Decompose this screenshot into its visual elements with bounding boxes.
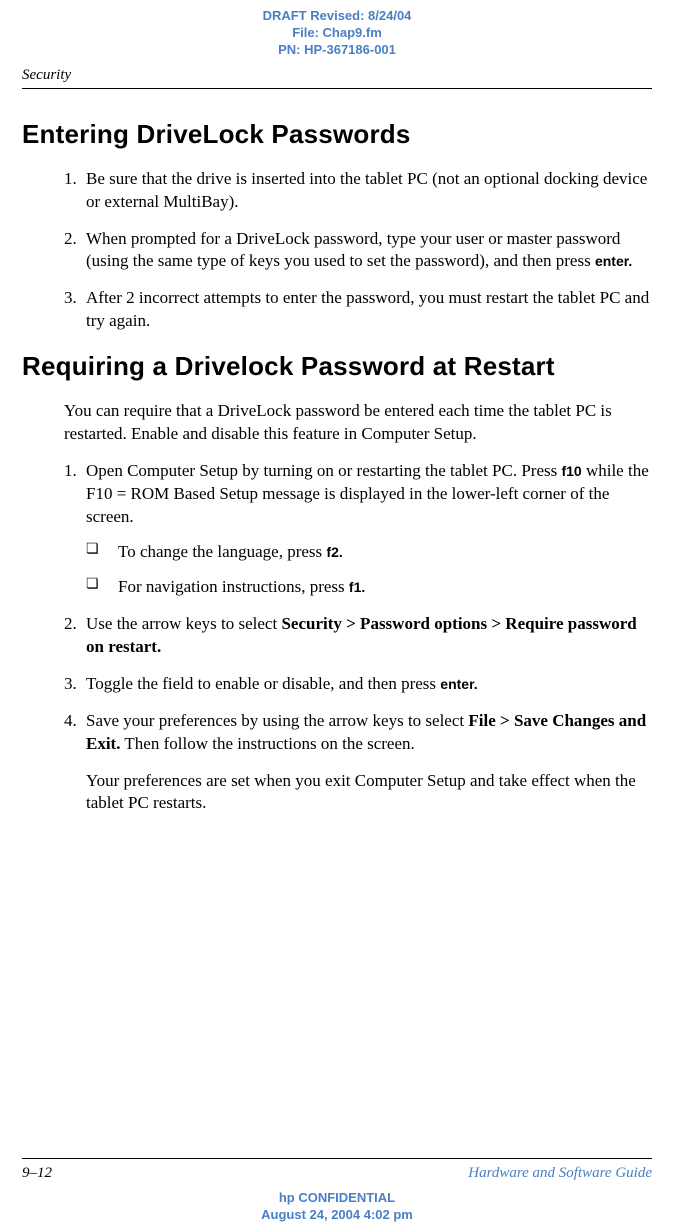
draft-line-3: PN: HP-367186-001	[0, 42, 674, 59]
step-number: 3.	[64, 287, 77, 310]
step-text: Be sure that the drive is inserted into …	[86, 169, 647, 211]
step-text: When prompted for a DriveLock password, …	[86, 229, 620, 271]
key-enter: enter.	[440, 676, 477, 692]
key-enter: enter.	[595, 253, 632, 269]
page-number: 9–12	[22, 1165, 52, 1182]
page-content: Entering DriveLock Passwords 1. Be sure …	[0, 89, 674, 816]
note-preferences: Your preferences are set when you exit C…	[86, 770, 652, 816]
step-number: 2.	[64, 613, 77, 636]
page-footer: 9–12 Hardware and Software Guide hp CONF…	[0, 1158, 674, 1232]
guide-title: Hardware and Software Guide	[468, 1165, 652, 1182]
step-1: 1. Be sure that the drive is inserted in…	[64, 168, 652, 214]
key-f10: f10	[561, 463, 581, 479]
draft-line-2: File: Chap9.fm	[0, 25, 674, 42]
step-2: 2. Use the arrow keys to select Security…	[64, 613, 652, 659]
key-f2: f2.	[326, 544, 342, 560]
step-number: 1.	[64, 460, 77, 483]
sub-text: To change the language, press	[118, 542, 326, 561]
step-3: 3. Toggle the field to enable or disable…	[64, 673, 652, 696]
section-label: Security	[0, 59, 674, 88]
step-number: 3.	[64, 673, 77, 696]
step-1: 1. Open Computer Setup by turning on or …	[64, 460, 652, 599]
heading-entering-drivelock: Entering DriveLock Passwords	[22, 119, 652, 150]
draft-line-1: DRAFT Revised: 8/24/04	[0, 8, 674, 25]
step-4: 4. Save your preferences by using the ar…	[64, 710, 652, 756]
step-text: Open Computer Setup by turning on or res…	[86, 461, 561, 480]
draft-header: DRAFT Revised: 8/24/04 File: Chap9.fm PN…	[0, 0, 674, 59]
step-text: Toggle the field to enable or disable, a…	[86, 674, 440, 693]
heading-requiring-password: Requiring a Drivelock Password at Restar…	[22, 351, 652, 382]
sub-steps: To change the language, press f2. For na…	[86, 541, 652, 599]
step-number: 2.	[64, 228, 77, 251]
key-f1: f1.	[349, 579, 365, 595]
step-2: 2. When prompted for a DriveLock passwor…	[64, 228, 652, 274]
steps-entering: 1. Be sure that the drive is inserted in…	[64, 168, 652, 334]
step-number: 4.	[64, 710, 77, 733]
confidential-block: hp CONFIDENTIAL August 24, 2004 4:02 pm	[22, 1190, 652, 1224]
step-number: 1.	[64, 168, 77, 191]
intro-text: You can require that a DriveLock passwor…	[64, 400, 652, 446]
sub-text: For navigation instructions, press	[118, 577, 349, 596]
sub-step-language: To change the language, press f2.	[86, 541, 652, 564]
confidential-line-2: August 24, 2004 4:02 pm	[22, 1207, 652, 1224]
step-text: Save your preferences by using the arrow…	[86, 711, 468, 730]
sub-step-navigation: For navigation instructions, press f1.	[86, 576, 652, 599]
steps-requiring: 1. Open Computer Setup by turning on or …	[64, 460, 652, 755]
step-3: 3. After 2 incorrect attempts to enter t…	[64, 287, 652, 333]
step-text: Use the arrow keys to select	[86, 614, 281, 633]
footer-divider	[22, 1158, 652, 1159]
step-text-after: Then follow the instructions on the scre…	[120, 734, 414, 753]
step-text: After 2 incorrect attempts to enter the …	[86, 288, 649, 330]
confidential-line-1: hp CONFIDENTIAL	[22, 1190, 652, 1207]
footer-row: 9–12 Hardware and Software Guide	[22, 1165, 652, 1182]
